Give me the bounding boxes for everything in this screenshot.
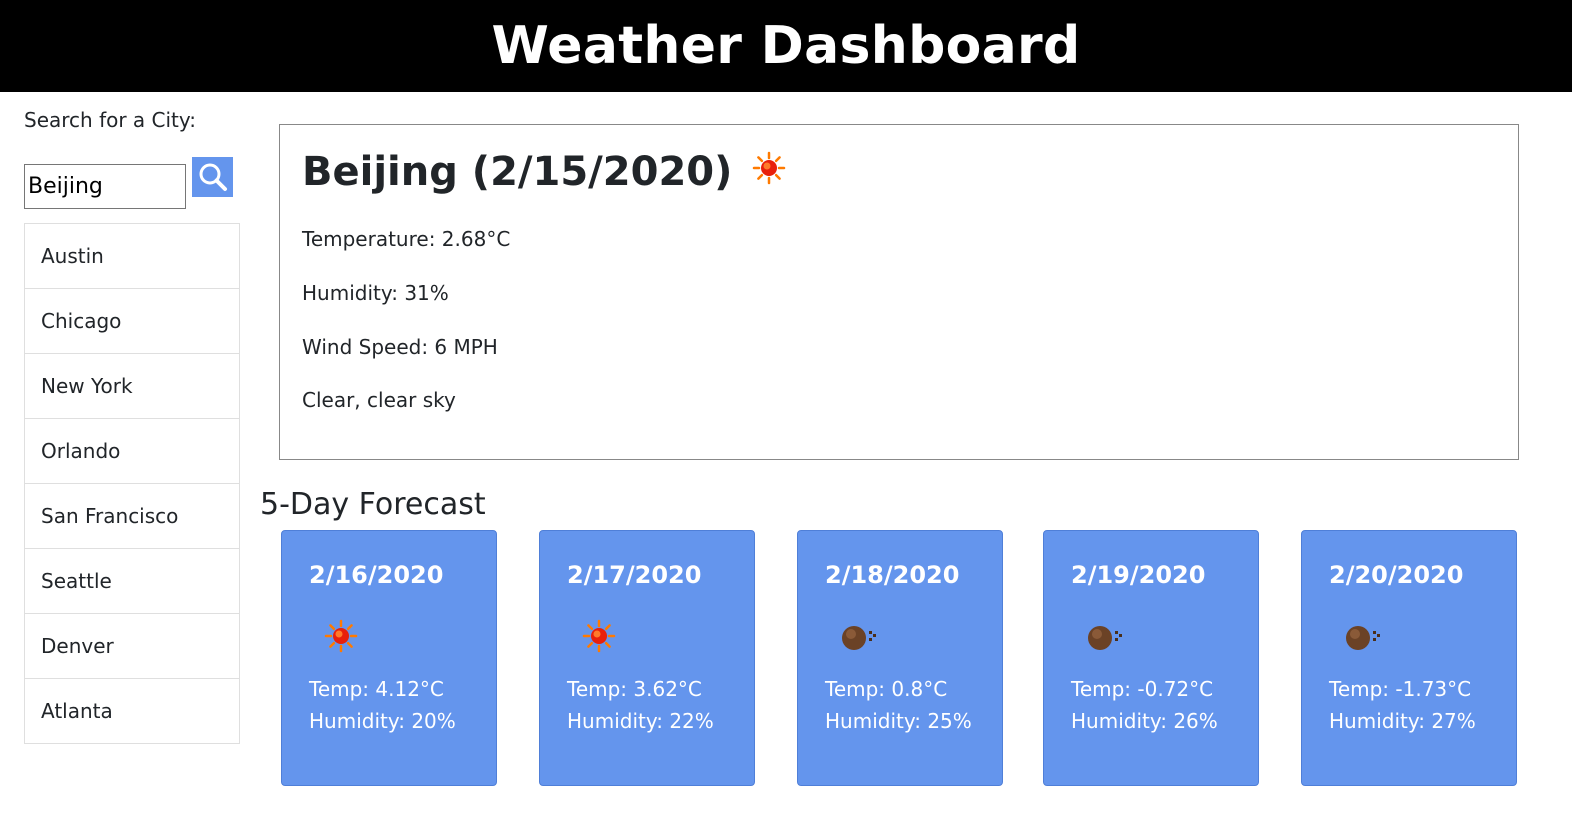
- city-item-austin[interactable]: Austin: [25, 224, 239, 289]
- page-header: Weather Dashboard: [0, 0, 1572, 92]
- city-history-list: Austin Chicago New York Orlando San Fran…: [24, 223, 240, 744]
- city-item-san-francisco[interactable]: San Francisco: [25, 484, 239, 549]
- current-humidity: Humidity: 31%: [302, 281, 449, 305]
- search-input[interactable]: [24, 164, 186, 209]
- forecast-card: 2/18/2020 Temp: 0.8°C Humidity: 25%: [797, 530, 1003, 786]
- city-item-chicago[interactable]: Chicago: [25, 289, 239, 354]
- forecast-temp: Temp: 4.12°C: [309, 677, 444, 701]
- current-weather-card: Beijing (2/15/2020) Temperature: 2.68°C …: [279, 124, 1519, 460]
- city-item-orlando[interactable]: Orlando: [25, 419, 239, 484]
- forecast-temp: Temp: -0.72°C: [1071, 677, 1214, 701]
- current-weather-title: Beijing (2/15/2020): [302, 149, 786, 195]
- forecast-date: 2/20/2020: [1329, 561, 1464, 589]
- forecast-card: 2/17/2020 Temp: 3.62°C Humidity: 22%: [539, 530, 755, 786]
- page-title: Weather Dashboard: [491, 16, 1081, 76]
- forecast-date: 2/17/2020: [567, 561, 702, 589]
- forecast-card: 2/19/2020 Temp: -0.72°C Humidity: 26%: [1043, 530, 1259, 786]
- forecast-date: 2/16/2020: [309, 561, 444, 589]
- forecast-temp: Temp: 3.62°C: [567, 677, 702, 701]
- sun-icon: [752, 149, 786, 195]
- city-item-new-york[interactable]: New York: [25, 354, 239, 419]
- forecast-humidity: Humidity: 20%: [309, 709, 456, 733]
- current-temperature: Temperature: 2.68°C: [302, 227, 511, 251]
- city-item-denver[interactable]: Denver: [25, 614, 239, 679]
- current-description: Clear, clear sky: [302, 388, 456, 412]
- forecast-date: 2/18/2020: [825, 561, 960, 589]
- forecast-temp: Temp: 0.8°C: [825, 677, 948, 701]
- forecast-temp: Temp: -1.73°C: [1329, 677, 1472, 701]
- forecast-humidity: Humidity: 22%: [567, 709, 714, 733]
- forecast-card: 2/16/2020 Temp: 4.12°C Humidity: 20%: [281, 530, 497, 786]
- search-button[interactable]: [192, 157, 233, 197]
- forecast-card: 2/20/2020 Temp: -1.73°C Humidity: 27%: [1301, 530, 1517, 786]
- city-item-seattle[interactable]: Seattle: [25, 549, 239, 614]
- forecast-date: 2/19/2020: [1071, 561, 1206, 589]
- cloud-icon: [1344, 619, 1384, 657]
- forecast-heading: 5-Day Forecast: [260, 487, 486, 522]
- forecast-humidity: Humidity: 27%: [1329, 709, 1476, 733]
- city-item-atlanta[interactable]: Atlanta: [25, 679, 239, 743]
- search-icon: [199, 163, 227, 191]
- sun-icon: [582, 619, 616, 657]
- sun-icon: [324, 619, 358, 657]
- current-city-date: Beijing (2/15/2020): [302, 149, 733, 195]
- cloud-icon: [840, 619, 880, 657]
- cloud-icon: [1086, 619, 1126, 657]
- current-wind-speed: Wind Speed: 6 MPH: [302, 335, 498, 359]
- forecast-humidity: Humidity: 26%: [1071, 709, 1218, 733]
- forecast-humidity: Humidity: 25%: [825, 709, 972, 733]
- search-label: Search for a City:: [24, 108, 197, 132]
